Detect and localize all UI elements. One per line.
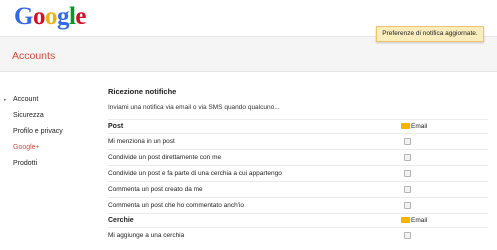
envelope-icon [401,123,410,129]
row-label: Condivide un post e fa parte di una cerc… [108,170,282,177]
row-label: Condivide un post direttamente con me [108,154,222,161]
sidebar-item-label: Google+ [13,144,40,151]
page-title: Accounts [12,50,56,62]
notification-toast: Preferenze di notifica aggiornate. [376,26,484,42]
notification-row: Mi menziona in un post [108,133,488,149]
row-label: Commenta un post creato da me [108,186,203,193]
sidebar-item-label: Account [13,96,39,103]
notification-row: Commenta un post creato da me [108,181,488,197]
sidebar: ▸ Account Sicurezza Profilo e privacy Go… [0,92,100,172]
notification-row: Mi aggiunge a una cerchia [108,227,488,243]
group-header-circles: Cerchie Email [108,213,488,227]
email-checkbox[interactable] [404,154,411,161]
sidebar-item-label: Sicurezza [13,112,44,119]
row-label: Commenta un post che ho commentato anch'… [108,202,245,209]
google-logo[interactable]: Google [14,4,86,30]
sidebar-item-label: Profilo e privacy [13,128,63,135]
email-checkbox[interactable] [404,186,411,193]
logo-letter: g [56,3,70,30]
notification-row: Condivide un post direttamente con me [108,149,488,165]
email-checkbox[interactable] [404,232,411,239]
section-subtitle: Inviami una notifica via email o via SMS… [108,104,280,111]
logo-letter: G [14,3,33,30]
logo-letter: o [44,3,58,30]
sidebar-item-account[interactable]: ▸ Account [0,92,100,108]
sidebar-item-profile-privacy[interactable]: Profilo e privacy [0,124,100,140]
notification-row: Condivide un post e fa parte di una cerc… [108,165,488,181]
email-checkbox[interactable] [404,138,411,145]
group-name: Cerchie [108,217,134,224]
column-header-email: Email [401,214,427,228]
email-checkbox[interactable] [404,202,411,209]
logo-letter: e [75,3,87,30]
group-name: Post [108,123,124,130]
email-checkbox[interactable] [404,170,411,177]
row-label: Mi aggiunge a una cerchia [108,232,185,239]
sidebar-item-google-plus[interactable]: Google+ [0,140,100,156]
notification-row: Commenta un post che ho commentato anch'… [108,197,488,213]
sidebar-item-products[interactable]: Prodotti [0,156,100,172]
group-header-post: Post Email [108,119,488,133]
notifications-panel: Ricezione notifiche Inviami una notifica… [108,84,488,243]
sidebar-item-security[interactable]: Sicurezza [0,108,100,124]
row-label: Mi menziona in un post [108,138,175,145]
column-label: Email [411,123,428,130]
section-title: Ricezione notifiche [108,87,177,96]
sidebar-item-label: Prodotti [13,160,38,167]
column-header-email: Email [401,120,427,134]
column-label: Email [411,217,428,224]
envelope-icon [401,217,410,223]
logo-letter: o [32,3,46,30]
arrow-right-icon: ▸ [4,97,7,103]
